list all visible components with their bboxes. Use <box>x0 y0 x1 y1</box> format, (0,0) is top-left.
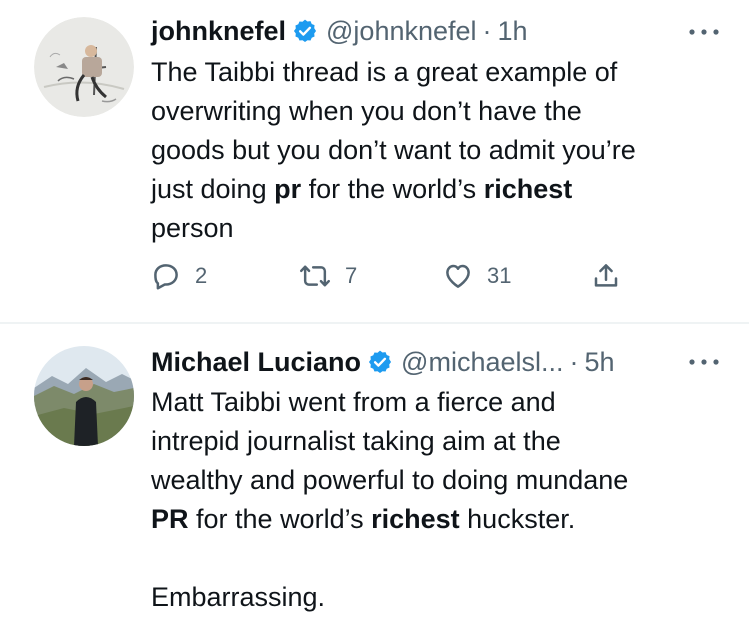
tweet-text-line: overwriting when you don’t have the <box>151 92 721 131</box>
like-count: 31 <box>487 263 512 288</box>
separator: · <box>482 16 492 46</box>
retweet-button[interactable]: 7 <box>299 258 357 294</box>
tweet-text-line: PR for the world’s richest huckster. <box>151 500 721 539</box>
share-icon <box>594 264 618 287</box>
tweet-text-line: The Taibbi thread is a great example of <box>151 53 721 92</box>
tweet-header: Michael Luciano @michaelsl... · 5h <box>151 344 615 380</box>
retweet-icon <box>299 265 331 287</box>
text-segment: goods but you don’t want to admit you’re <box>151 135 636 165</box>
heart-icon <box>446 264 470 288</box>
author-name[interactable]: Michael Luciano <box>151 344 361 380</box>
tweet-text-line: Embarrassing. <box>151 578 721 617</box>
text-segment: for the world’s <box>301 174 484 204</box>
tweet-text-line: wealthy and powerful to doing mundane <box>151 461 721 500</box>
like-button[interactable]: 31 <box>443 258 511 294</box>
text-segment: wealthy and powerful to doing mundane <box>151 465 629 495</box>
tweet-text-line: person <box>151 209 721 248</box>
tweet[interactable]: Michael Luciano @michaelsl... · 5h Matt … <box>0 324 749 624</box>
tweet-text: The Taibbi thread is a great example of o… <box>151 53 721 248</box>
text-segment: Matt Taibbi went from a fierce and <box>151 387 556 417</box>
tweet-text-line: intrepid journalist taking aim at the <box>151 422 721 461</box>
retweet-count: 7 <box>345 263 358 288</box>
tweet-text: Matt Taibbi went from a fierce and intrep… <box>151 383 721 617</box>
bold-text: pr <box>274 174 302 204</box>
text-segment: intrepid journalist taking aim at the <box>151 426 561 456</box>
avatar-mountain-photo <box>34 346 134 446</box>
text-segment: The Taibbi thread is a great example of <box>151 57 618 87</box>
tweet-text-line: just doing pr for the world’s richest <box>151 170 721 209</box>
avatar[interactable] <box>34 346 134 446</box>
author-handle[interactable]: @michaelsl... <box>401 344 563 380</box>
tweet[interactable]: johnknefel @johnknefel · 1h The Taibbi t… <box>0 0 749 322</box>
text-segment: just doing <box>151 174 275 204</box>
reply-icon <box>154 264 178 290</box>
text-segment: overwriting when you don’t have the <box>151 96 582 126</box>
tweet-text-line: goods but you don’t want to admit you’re <box>151 131 721 170</box>
avatar[interactable] <box>34 17 134 117</box>
text-segment: for the world’s <box>188 504 372 534</box>
verified-badge-icon <box>292 18 318 44</box>
tweet-feed: johnknefel @johnknefel · 1h The Taibbi t… <box>0 0 749 624</box>
author-handle[interactable]: @johnknefel <box>326 13 477 49</box>
timestamp[interactable]: 5h <box>585 344 615 380</box>
avatar-sketch-image <box>34 17 134 117</box>
more-options-icon[interactable] <box>687 22 721 42</box>
tweet-actions: 2 7 31 <box>151 258 621 294</box>
share-button[interactable] <box>591 258 621 294</box>
bold-text: richest <box>371 504 460 534</box>
text-segment: person <box>151 213 234 243</box>
tweet-header: johnknefel @johnknefel · 1h <box>151 13 528 49</box>
reply-count: 2 <box>195 263 208 288</box>
bold-text: richest <box>483 174 573 204</box>
verified-badge-icon <box>367 349 393 375</box>
bold-text: PR <box>151 504 189 534</box>
text-segment: Embarrassing. <box>151 582 326 612</box>
separator: · <box>569 347 579 377</box>
more-options-icon[interactable] <box>687 352 721 372</box>
tweet-text-line: Matt Taibbi went from a fierce and <box>151 383 721 422</box>
tweet-text-line <box>151 539 721 578</box>
text-segment: huckster. <box>459 504 576 534</box>
timestamp[interactable]: 1h <box>498 13 528 49</box>
author-name[interactable]: johnknefel <box>151 13 286 49</box>
reply-button[interactable]: 2 <box>151 258 207 294</box>
